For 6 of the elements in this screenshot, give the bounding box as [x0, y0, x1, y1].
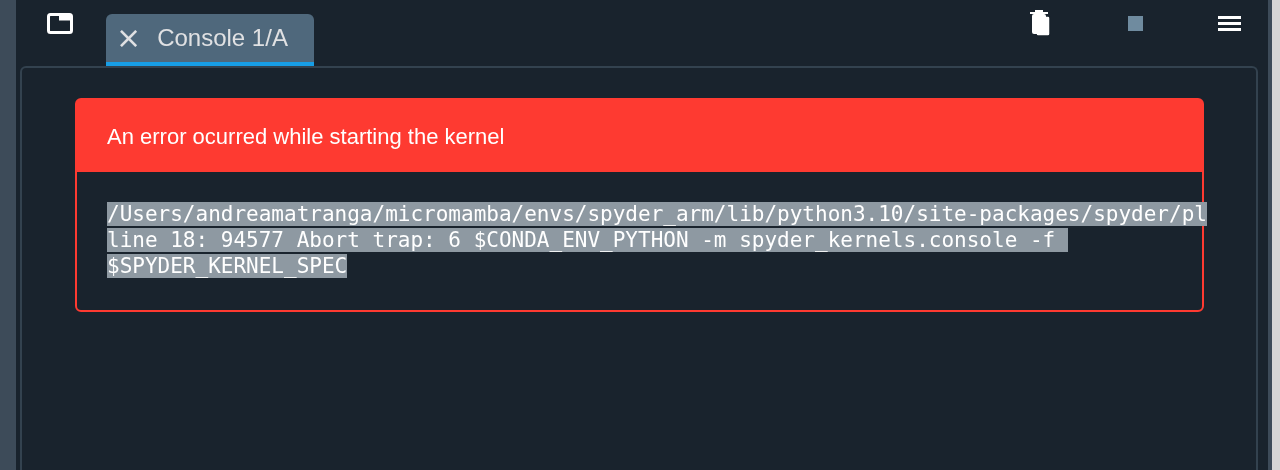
trash-icon[interactable] — [1030, 10, 1053, 38]
window-icon[interactable] — [47, 13, 73, 34]
close-icon[interactable]: × — [116, 23, 142, 53]
error-title: An error ocurred while starting the kernel — [77, 100, 1202, 172]
console-tab[interactable]: × Console 1/A — [106, 14, 314, 66]
menu-icon[interactable] — [1218, 16, 1241, 32]
